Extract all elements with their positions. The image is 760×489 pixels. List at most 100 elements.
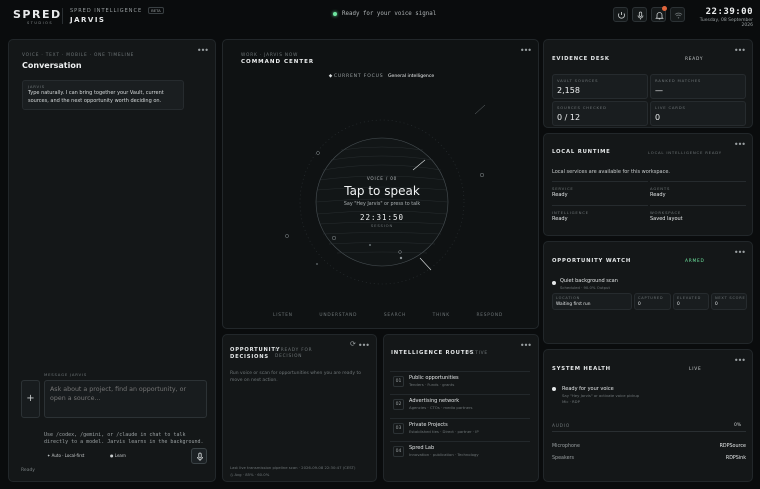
- more-options-icon[interactable]: •••: [734, 356, 746, 365]
- watch-cell-label: NEXT SCORE: [715, 296, 746, 300]
- decisions-title: OPPORTUNITY DECISIONS: [230, 347, 281, 360]
- microphone-icon: [637, 11, 644, 20]
- route-item[interactable]: 01 Public opportunities Tenders · Funds …: [390, 371, 530, 391]
- voice-ready-meta: Mic · RDP: [562, 399, 580, 404]
- microphone-label: Microphone: [552, 444, 580, 449]
- refresh-icon[interactable]: ⟳: [350, 340, 356, 348]
- attach-button[interactable]: +: [21, 380, 40, 418]
- learn-chip[interactable]: ● Learn: [110, 453, 126, 458]
- cell-label: LIVE CARDS: [655, 105, 686, 110]
- more-options-icon[interactable]: •••: [734, 46, 746, 55]
- orb-label: VOICE / 00: [366, 176, 398, 181]
- notification-dot-icon: [662, 6, 667, 11]
- evidence-badge: READY: [685, 57, 704, 62]
- step-understand: UNDERSTAND: [319, 313, 358, 318]
- route-number: 03: [393, 423, 404, 434]
- health-title: SYSTEM HEALTH: [552, 366, 611, 372]
- route-subtitle: Tenders · Funds · grants: [409, 382, 455, 387]
- command-breadcrumb: WORK · JARVIS NOW: [241, 53, 299, 58]
- focus-value: General intelligence: [387, 74, 435, 79]
- runtime-item-value: Ready: [650, 192, 666, 198]
- current-focus: ◆ CURRENT FOCUS General intelligence: [223, 74, 540, 79]
- brand-logo[interactable]: SPRED STUDIOS: [13, 8, 62, 25]
- mode-chip[interactable]: ✦ Auto · Local-first: [47, 453, 84, 458]
- voice-send-button[interactable]: [191, 448, 207, 464]
- watch-cell-value: Waiting first run: [556, 302, 591, 307]
- speakers-value: RDPSink: [725, 456, 746, 461]
- mic-button[interactable]: [632, 7, 647, 22]
- route-item[interactable]: 04 Spred Lab Innovation · publication · …: [390, 441, 530, 461]
- cell-value: 2,158: [557, 86, 580, 95]
- evidence-cell: RANKED MATCHES —: [650, 74, 746, 99]
- mode-chip-label: Auto · Local-first: [51, 453, 85, 458]
- audio-value: 0%: [734, 423, 742, 428]
- more-options-icon[interactable]: •••: [197, 46, 209, 55]
- evidence-title: EVIDENCE DESK: [552, 56, 610, 62]
- message-input[interactable]: [44, 380, 207, 418]
- opportunity-watch-panel: ••• OPPORTUNITY WATCH ARMED Quiet backgr…: [543, 241, 753, 344]
- watch-cell-label: ELEVATED: [677, 296, 702, 300]
- intelligence-routes-panel: ••• INTELLIGENCE ROUTES 4 ACTIVE 01 Publ…: [383, 334, 539, 482]
- network-button[interactable]: [670, 7, 685, 22]
- route-item[interactable]: 02 Advertising network Agencies · CTOs ·…: [390, 394, 530, 414]
- runtime-item-value: Ready: [552, 216, 568, 222]
- voice-ready-dot-icon: [552, 387, 556, 391]
- wifi-icon: [674, 12, 683, 19]
- voice-orb-button[interactable]: VOICE / 00 Tap to speak Say "Hey Jarvis"…: [327, 158, 437, 258]
- voice-ready-subtitle: Say "Hey Jarvis" or activate voice picku…: [562, 393, 640, 398]
- more-options-icon[interactable]: •••: [734, 140, 746, 149]
- orb-session-label: SESSION: [370, 223, 394, 228]
- message-author: JARVIS: [28, 84, 46, 89]
- route-name: Advertising network: [409, 398, 460, 404]
- more-options-icon[interactable]: •••: [520, 46, 532, 55]
- conversation-title: Conversation: [22, 61, 82, 70]
- more-options-icon[interactable]: •••: [520, 341, 532, 350]
- beta-badge: BETA: [148, 7, 164, 14]
- more-options-icon[interactable]: •••: [734, 248, 746, 257]
- audio-meter: [552, 431, 746, 432]
- status-text: Ready for your voice signal: [342, 11, 437, 17]
- runtime-item: INTELLIGENCE Ready: [552, 205, 648, 230]
- watch-cell: NEXT SCORE 0: [711, 293, 747, 310]
- brand-product: SPRED INTELLIGENCE BETA JARVIS: [70, 7, 164, 24]
- runtime-description: Local services are available for this wo…: [552, 169, 671, 175]
- cell-value: 0: [655, 113, 661, 122]
- power-button[interactable]: [613, 7, 628, 22]
- orb-subtitle: Say "Hey Jarvis" or press to talk: [343, 202, 421, 207]
- route-item[interactable]: 03 Private Projects Established ties · D…: [390, 418, 530, 438]
- power-icon: [618, 12, 625, 19]
- orb-session-time: 22:31:50: [359, 213, 405, 222]
- conversation-status: Ready: [21, 468, 35, 473]
- system-health-panel: ••• SYSTEM HEALTH LIVE Ready for your vo…: [543, 349, 753, 482]
- notifications-button[interactable]: [651, 6, 667, 22]
- watch-cell-value: 0: [638, 302, 641, 307]
- route-number: 01: [393, 376, 404, 387]
- runtime-title: LOCAL RUNTIME: [552, 149, 611, 155]
- scan-subtitle: Scheduled · 90.0% Output: [560, 285, 610, 290]
- product-name: SPRED INTELLIGENCE: [70, 8, 143, 14]
- clock-time: 22:39:00: [705, 7, 753, 17]
- decisions-badge: 0 READY FOR DECISION: [275, 348, 313, 359]
- evidence-cell: SOURCES CHECKED 0 / 12: [552, 101, 648, 126]
- learn-dot-icon: ●: [110, 453, 114, 458]
- input-label: MESSAGE JARVIS: [44, 372, 88, 377]
- route-name: Public opportunities: [409, 375, 459, 381]
- watch-cell: ELEVATED 0: [673, 293, 709, 310]
- microphone-value: RDPSource: [719, 444, 746, 449]
- command-title: COMMAND CENTER: [241, 59, 315, 65]
- app-name: JARVIS: [70, 16, 106, 24]
- message-text: Type naturally. I can bring together you…: [28, 90, 164, 104]
- route-number: 02: [393, 399, 404, 410]
- decisions-footer: Last live transmission pipeline scan · 2…: [230, 465, 356, 470]
- top-bar: SPRED STUDIOS SPRED INTELLIGENCE BETA JA…: [0, 0, 760, 34]
- runtime-item-label: WORKSPACE: [650, 210, 682, 215]
- focus-label: CURRENT FOCUS: [333, 74, 384, 79]
- conversation-breadcrumb: VOICE · TEXT · MOBILE · ONE TIMELINE: [22, 53, 135, 58]
- route-name: Spred Lab: [409, 445, 435, 451]
- voice-ready-title: Ready for your voice: [562, 386, 614, 392]
- more-options-icon[interactable]: •••: [358, 341, 370, 350]
- evidence-cell: LIVE CARDS 0: [650, 101, 746, 126]
- runtime-item-label: INTELLIGENCE: [552, 210, 589, 215]
- clock-date: Tuesday, 08 September 2026: [699, 18, 753, 28]
- clock: 22:39:00 Tuesday, 08 September 2026: [690, 7, 753, 28]
